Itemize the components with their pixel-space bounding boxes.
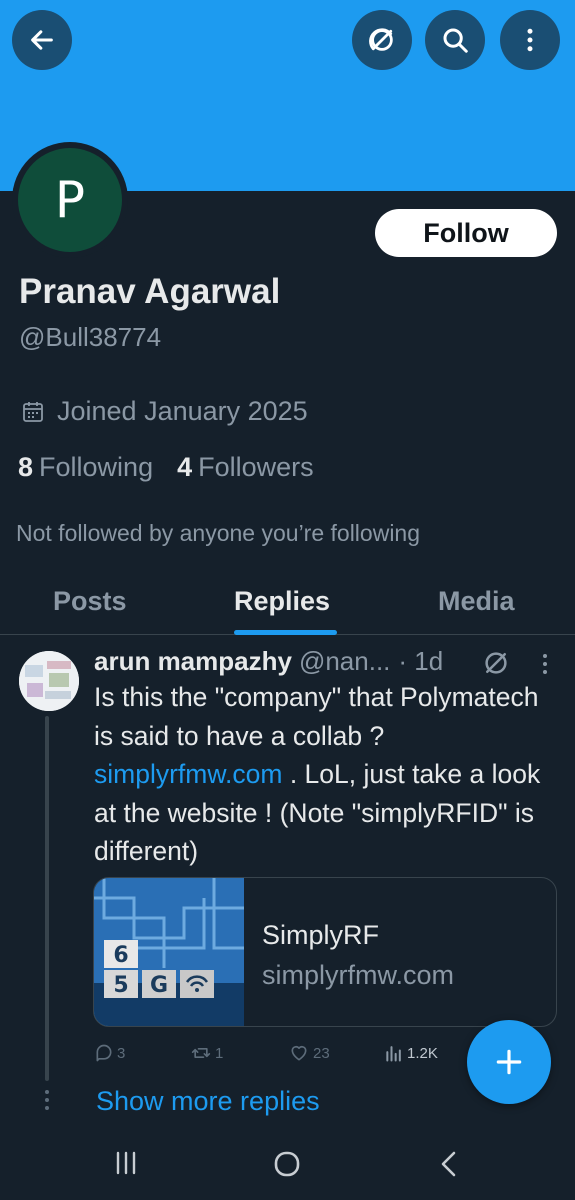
- followers-count: 4: [177, 452, 193, 482]
- joined-text: Joined January 2025: [57, 396, 308, 426]
- search-icon: [443, 28, 468, 53]
- card-thumbnail: 6 5 G: [94, 878, 244, 1026]
- back-button[interactable]: [12, 10, 72, 70]
- author-avatar-image: [19, 651, 79, 711]
- tweet-link[interactable]: simplyrfmw.com: [94, 759, 282, 789]
- thread-dots: [45, 1090, 49, 1110]
- grok-button[interactable]: [352, 10, 412, 70]
- tweet-actions: 3 1 23 1.2K: [94, 1043, 454, 1067]
- tweet-header: arun mampazhy @nan... · 1d: [94, 646, 443, 677]
- active-tab-indicator: [234, 630, 337, 635]
- card-image-text-5: 5: [113, 973, 128, 998]
- link-card-domain: simplyrfmw.com: [262, 960, 455, 990]
- following-label: Following: [39, 452, 154, 482]
- avatar[interactable]: P: [18, 148, 122, 252]
- followers-label: Followers: [198, 452, 314, 482]
- views-count: 1.2K: [407, 1044, 438, 1062]
- repost-action[interactable]: 1: [190, 1043, 223, 1063]
- tweet-author-handle[interactable]: @nan...: [299, 646, 390, 677]
- follow-button[interactable]: Follow: [375, 209, 557, 257]
- link-card-image: 6 5 G: [94, 878, 244, 1026]
- profile-name: Pranav Agarwal: [19, 272, 281, 311]
- profile-avatar-frame: P: [12, 142, 128, 258]
- system-back-button[interactable]: [437, 1150, 461, 1183]
- tweet-author-avatar[interactable]: [19, 651, 79, 711]
- followers-link[interactable]: 4 Followers: [177, 452, 314, 483]
- repost-count: 1: [215, 1044, 224, 1062]
- views-action[interactable]: 1.2K: [384, 1043, 438, 1063]
- reply-count: 3: [117, 1044, 126, 1062]
- like-action[interactable]: 23: [288, 1043, 330, 1063]
- chevron-left-icon: [441, 1151, 456, 1177]
- link-card-title: SimplyRF: [262, 920, 380, 950]
- tweet-more-button[interactable]: [540, 652, 550, 681]
- tweet-time[interactable]: · 1d: [398, 646, 443, 677]
- system-navigation-bar: [0, 1130, 575, 1200]
- heart-icon: [291, 1045, 307, 1061]
- tab-posts[interactable]: Posts: [53, 586, 127, 617]
- tweet-text-part1: Is this the "company" that Polymatech is…: [94, 682, 539, 751]
- plus-icon: [496, 1049, 522, 1075]
- link-card[interactable]: 6 5 G SimplyRF simplyrfmw.com: [93, 877, 557, 1027]
- card-image-text-g: G: [150, 973, 168, 998]
- grok-icon: [369, 28, 393, 51]
- more-options-button[interactable]: [500, 10, 560, 70]
- not-followed-text: Not followed by anyone you’re following: [16, 520, 421, 546]
- back-arrow-icon: [31, 30, 53, 50]
- profile-handle: @Bull38774: [19, 322, 162, 352]
- show-more-replies-link[interactable]: Show more replies: [96, 1086, 320, 1117]
- avatar-letter: P: [54, 171, 86, 229]
- card-image-text-6: 6: [113, 943, 128, 968]
- tab-replies[interactable]: Replies: [234, 586, 330, 617]
- like-count: 23: [313, 1044, 330, 1062]
- reply-action[interactable]: 3: [94, 1043, 125, 1063]
- compose-button[interactable]: [467, 1020, 551, 1104]
- views-icon: [386, 1046, 401, 1062]
- tweet-text: Is this the "company" that Polymatech is…: [94, 678, 564, 871]
- following-link[interactable]: 8 Following: [18, 452, 153, 483]
- reply-icon: [96, 1044, 112, 1062]
- calendar-icon: [23, 401, 43, 422]
- joined-date: Joined January 2025: [21, 396, 308, 427]
- tweet-author-name[interactable]: arun mampazhy: [94, 646, 292, 677]
- recent-apps-button[interactable]: [113, 1150, 139, 1181]
- following-count: 8: [18, 452, 34, 482]
- grok-icon: [485, 652, 507, 674]
- more-vertical-icon: [527, 28, 533, 52]
- search-button[interactable]: [425, 10, 485, 70]
- recent-apps-icon: [116, 1151, 136, 1175]
- follow-counts: 8 Following 4 Followers: [18, 452, 314, 483]
- profile-tabs: Posts Replies Media: [0, 572, 575, 635]
- thread-line: [45, 716, 49, 1081]
- home-icon: [274, 1151, 300, 1177]
- more-vertical-icon: [543, 654, 547, 674]
- home-button[interactable]: [273, 1150, 301, 1183]
- tab-media[interactable]: Media: [438, 586, 515, 617]
- repost-icon: [191, 1048, 211, 1058]
